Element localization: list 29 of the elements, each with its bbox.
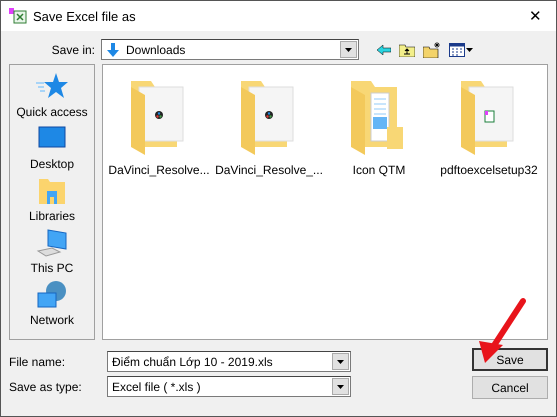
- view-menu-icon[interactable]: [449, 42, 465, 56]
- places-item[interactable]: Desktop: [10, 123, 94, 171]
- new-folder-icon[interactable]: [423, 42, 441, 58]
- field-label: Save as type:: [9, 380, 83, 394]
- places-item[interactable]: Quick access: [10, 71, 94, 119]
- cancel-button[interactable]: Cancel: [472, 376, 548, 399]
- caret-icon: [337, 360, 344, 364]
- places-item[interactable]: Libraries: [10, 175, 94, 223]
- save-button[interactable]: Save: [472, 348, 548, 371]
- window-title: Save Excel file as: [33, 8, 137, 24]
- up-folder-icon[interactable]: [399, 42, 415, 56]
- field-label: File name:: [9, 354, 66, 368]
- file-name[interactable]: Icon QTM: [352, 163, 406, 177]
- excel-icon: [9, 8, 27, 24]
- places-item[interactable]: This PC: [10, 227, 94, 275]
- caret-icon: [345, 48, 352, 52]
- close-button[interactable]: ✕: [523, 7, 548, 25]
- caret-icon: [337, 384, 344, 388]
- file-type-dropdown[interactable]: Excel file ( *.xls ): [107, 376, 351, 397]
- file-name-field[interactable]: Điểm chuẩn Lớp 10 - 2019.xls: [107, 351, 351, 372]
- file-name[interactable]: pdftoexcelsetup32: [440, 163, 538, 177]
- file-name[interactable]: DaVinci_Resolve_...: [215, 163, 323, 177]
- save-in-label: Save in:: [50, 42, 96, 56]
- save-in-dropdown[interactable]: Downloads: [101, 39, 359, 60]
- file-name[interactable]: DaVinci_Resolve...: [108, 163, 210, 177]
- places-item[interactable]: Network: [10, 279, 94, 327]
- back-arrow-icon[interactable]: [377, 44, 391, 56]
- download-arrow-icon: [106, 42, 120, 56]
- caret-icon: [466, 48, 473, 52]
